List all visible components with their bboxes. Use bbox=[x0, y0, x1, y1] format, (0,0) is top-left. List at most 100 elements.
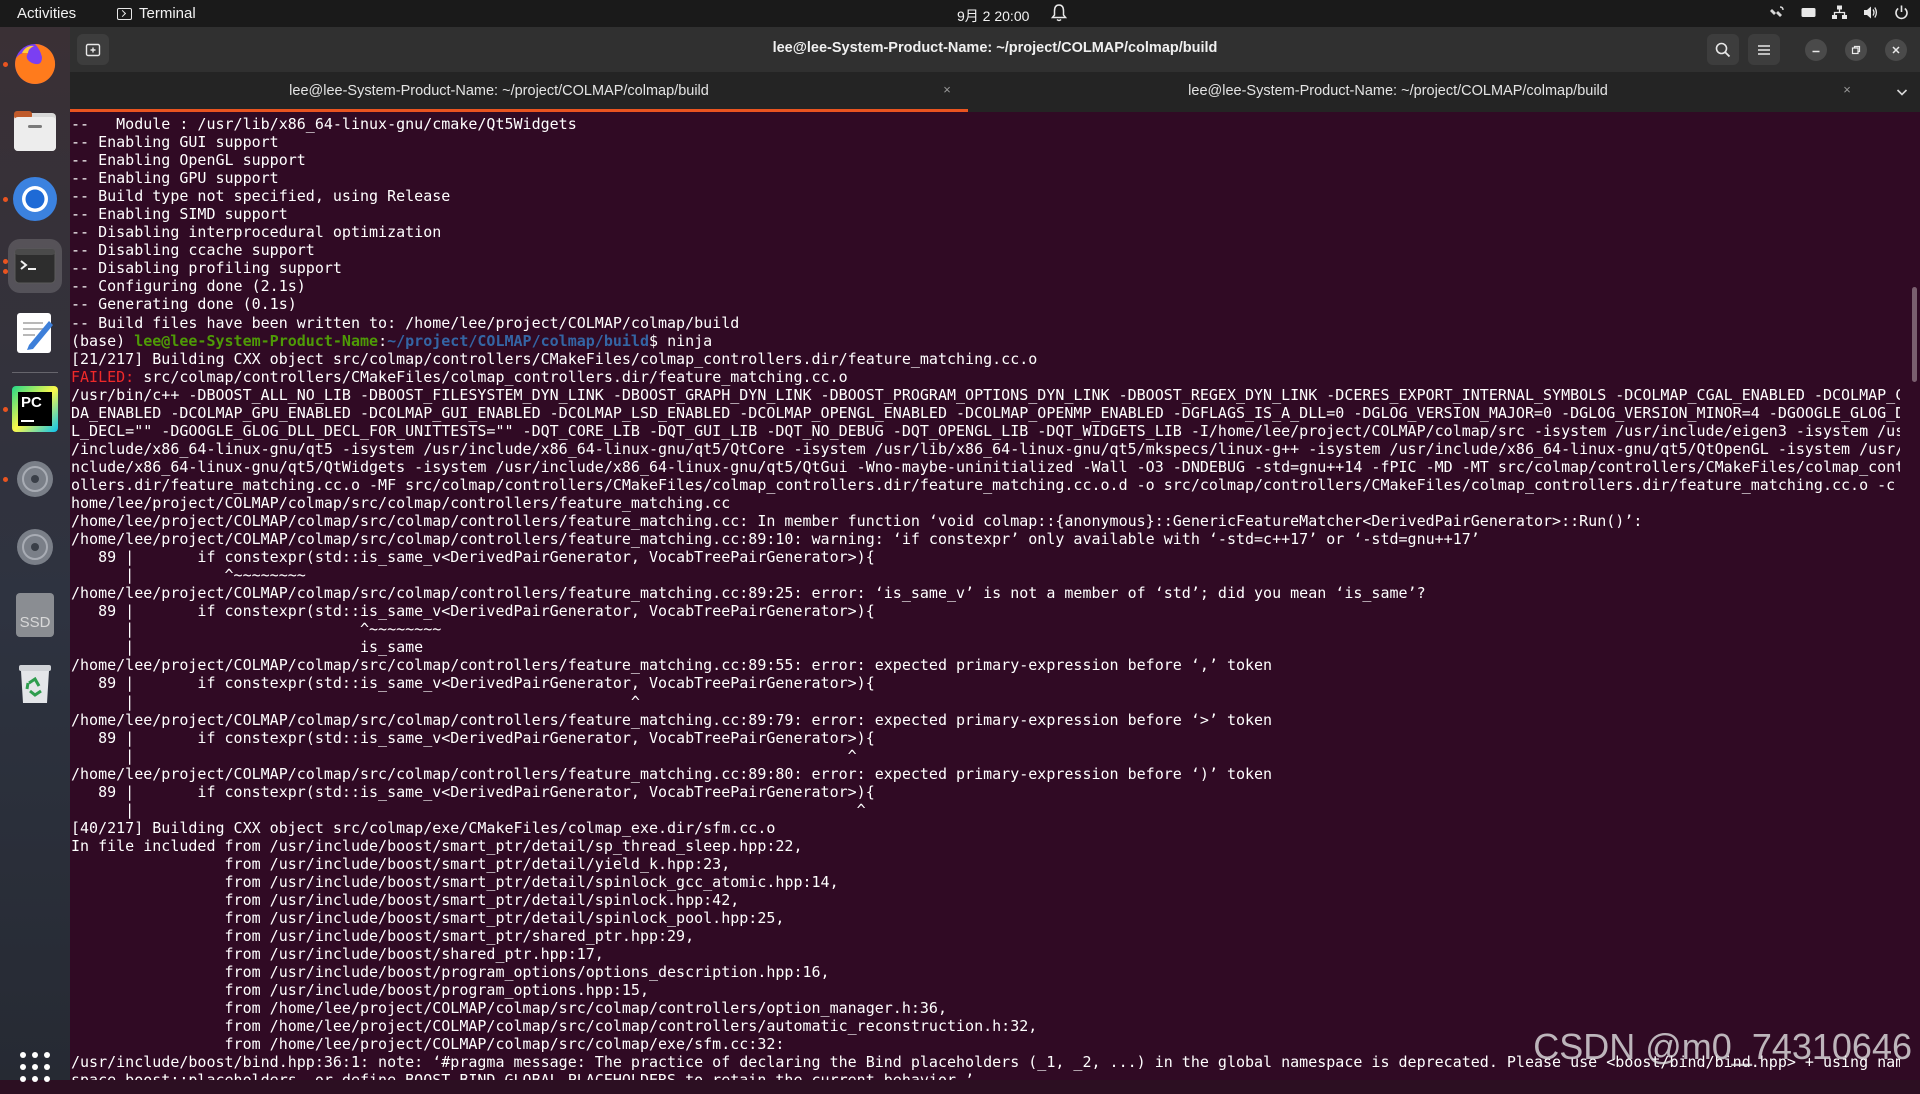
terminal-line: from /usr/include/boost/smart_ptr/detail… bbox=[71, 872, 839, 891]
hamburger-menu-icon bbox=[1758, 44, 1770, 55]
terminal-line: -- Disabling profiling support bbox=[71, 259, 342, 278]
terminal-line: /home/lee/project/COLMAP/colmap/src/colm… bbox=[71, 764, 1273, 783]
clock[interactable]: 9月 2 20:00 bbox=[957, 6, 1029, 26]
build-line: [21/217] Building CXX object src/colmap/… bbox=[71, 349, 1038, 368]
dock-disc-2[interactable] bbox=[8, 520, 62, 574]
compiler-output: /usr/bin/c++ -DBOOST_ALL_NO_LIB -DBOOST_… bbox=[71, 386, 1900, 1080]
terminal-line: ollers.dir/feature_matching.cc.o -MF src… bbox=[71, 475, 1900, 494]
terminal-line: [40/217] Building CXX object src/colmap/… bbox=[71, 818, 776, 837]
dock-terminal[interactable] bbox=[8, 239, 62, 293]
terminal-line: -- Enabling GPU support bbox=[71, 169, 279, 188]
trash-icon bbox=[19, 665, 51, 703]
top-bar: Activities Terminal 9月 2 20:00 bbox=[0, 0, 1920, 27]
terminal-window: lee@lee-System-Product-Name: ~/project/C… bbox=[70, 27, 1920, 1080]
ssd-label: SSD bbox=[19, 614, 51, 631]
tab-label: lee@lee-System-Product-Name: ~/project/C… bbox=[289, 83, 709, 99]
terminal-line: DA_ENABLED -DCOLMAP_GPU_ENABLED -DCOLMAP… bbox=[71, 403, 1900, 422]
close-button[interactable] bbox=[1885, 39, 1907, 61]
terminal-line: from /usr/include/boost/smart_ptr/detail… bbox=[71, 891, 740, 910]
terminal-line: /home/lee/project/COLMAP/colmap/src/colm… bbox=[71, 512, 1643, 531]
prompt-user-host: lee@lee-System-Product-Name bbox=[134, 331, 379, 350]
pycharm-label: PC bbox=[21, 394, 42, 411]
terminal-line: /home/lee/project/COLMAP/colmap/src/colm… bbox=[71, 584, 1426, 603]
menu-button[interactable] bbox=[1748, 34, 1780, 65]
terminal-line: /home/lee/project/COLMAP/colmap/src/colm… bbox=[71, 656, 1273, 675]
terminal-line: | ^~~~~~~~~ bbox=[71, 620, 442, 639]
satellite-icon[interactable] bbox=[1769, 4, 1786, 21]
terminal-line: nclude/x86_64-linux-gnu/qt5/QtWidgets -i… bbox=[71, 457, 1900, 476]
terminal-line: -- Enabling SIMD support bbox=[71, 205, 288, 224]
minimize-button[interactable] bbox=[1805, 39, 1827, 61]
header-bar[interactable]: lee@lee-System-Product-Name: ~/project/C… bbox=[70, 27, 1920, 72]
terminal-line: In file included from /usr/include/boost… bbox=[71, 836, 803, 855]
terminal-line: 89 | if constexpr(std::is_same_v<Derived… bbox=[71, 674, 875, 693]
prompt-command: ninja bbox=[667, 331, 713, 350]
terminal-line: from /usr/include/boost/shared_ptr.hpp:1… bbox=[71, 945, 604, 964]
tab-1[interactable]: lee@lee-System-Product-Name: ~/project/C… bbox=[70, 72, 968, 112]
terminal-line: space boost::placeholders, or define BOO… bbox=[71, 1071, 974, 1080]
failed-label: FAILED: bbox=[71, 367, 135, 386]
terminal-icon bbox=[117, 7, 132, 20]
running-indicator bbox=[3, 407, 8, 412]
activities-button[interactable]: Activities bbox=[17, 5, 76, 22]
dock-separator bbox=[12, 372, 58, 373]
running-indicator bbox=[3, 259, 8, 264]
system-tray[interactable] bbox=[1769, 4, 1910, 21]
files-icon bbox=[14, 111, 56, 151]
terminal-line: 89 | if constexpr(std::is_same_v<Derived… bbox=[71, 602, 875, 621]
power-icon[interactable] bbox=[1893, 4, 1910, 21]
search-button[interactable] bbox=[1707, 34, 1739, 65]
chromium-icon bbox=[13, 177, 57, 221]
disc-icon bbox=[17, 461, 53, 497]
terminal-scrollbar[interactable] bbox=[1912, 287, 1917, 382]
tab-overflow-chevron-down-icon[interactable] bbox=[1894, 84, 1910, 100]
dock-ssd[interactable]: SSD bbox=[8, 588, 62, 642]
running-indicator bbox=[3, 197, 8, 202]
dock-text-editor[interactable] bbox=[8, 306, 62, 360]
dock-firefox[interactable] bbox=[8, 37, 62, 91]
prompt-path: ~/project/COLMAP/colmap/build bbox=[387, 331, 649, 350]
notification-bell-icon[interactable] bbox=[1050, 3, 1068, 23]
tab-2[interactable]: lee@lee-System-Product-Name: ~/project/C… bbox=[968, 72, 1868, 112]
terminal-line: -- Build files have been written to: /ho… bbox=[71, 313, 740, 332]
restore-button[interactable] bbox=[1845, 39, 1867, 61]
terminal-line: | ^ bbox=[71, 800, 866, 819]
app-menu-label: Terminal bbox=[139, 5, 196, 22]
terminal-line: | ^~~~~~~~~ bbox=[71, 566, 306, 585]
dock: PC SSD bbox=[0, 27, 70, 1082]
app-menu[interactable]: Terminal bbox=[117, 5, 196, 22]
keyboard-icon[interactable] bbox=[1800, 4, 1817, 21]
terminal-line: /home/lee/project/COLMAP/colmap/src/colm… bbox=[71, 710, 1273, 729]
pycharm-icon: PC bbox=[12, 386, 58, 432]
volume-icon[interactable] bbox=[1862, 4, 1879, 21]
dock-trash[interactable] bbox=[8, 656, 62, 710]
terminal-line: from /usr/include/boost/smart_ptr/shared… bbox=[71, 927, 695, 946]
terminal-line: -- Enabling GUI support bbox=[71, 133, 279, 152]
terminal-line: /usr/bin/c++ -DBOOST_ALL_NO_LIB -DBOOST_… bbox=[71, 385, 1900, 404]
dock-pycharm[interactable]: PC bbox=[8, 382, 62, 436]
dock-files[interactable] bbox=[8, 104, 62, 158]
terminal-output[interactable]: -- Module : /usr/lib/x86_64-linux-gnu/cm… bbox=[70, 112, 1900, 1080]
terminal-line: -- Configuring done (2.1s) bbox=[71, 277, 306, 296]
running-indicator bbox=[3, 62, 8, 67]
terminal-line: -- Generating done (0.1s) bbox=[71, 295, 297, 314]
show-apps-button[interactable] bbox=[8, 1040, 62, 1094]
tab-close-icon[interactable]: × bbox=[1838, 81, 1856, 99]
tab-close-icon[interactable]: × bbox=[938, 81, 956, 99]
terminal-text: -- Module : /usr/lib/x86_64-linux-gnu/cm… bbox=[71, 115, 1900, 1080]
failed-target: src/colmap/controllers/CMakeFiles/colmap… bbox=[134, 367, 848, 386]
terminal-line: | ^ bbox=[71, 746, 857, 765]
terminal-line: from /usr/include/boost/smart_ptr/detail… bbox=[71, 909, 785, 928]
terminal-line: | ^ bbox=[71, 692, 640, 711]
network-icon[interactable] bbox=[1831, 4, 1848, 21]
running-indicator bbox=[3, 269, 8, 274]
terminal-line: | is_same bbox=[71, 638, 424, 657]
terminal-line: -- Disabling ccache support bbox=[71, 241, 315, 260]
dock-chromium[interactable] bbox=[8, 172, 62, 226]
terminal-line: 89 | if constexpr(std::is_same_v<Derived… bbox=[71, 728, 875, 747]
text-editor-icon bbox=[17, 313, 53, 353]
dock-disc-1[interactable] bbox=[8, 452, 62, 506]
minimize-icon bbox=[1812, 50, 1820, 53]
terminal-line: from /usr/include/boost/program_options.… bbox=[71, 981, 649, 1000]
ssd-drive-icon: SSD bbox=[16, 593, 54, 637]
